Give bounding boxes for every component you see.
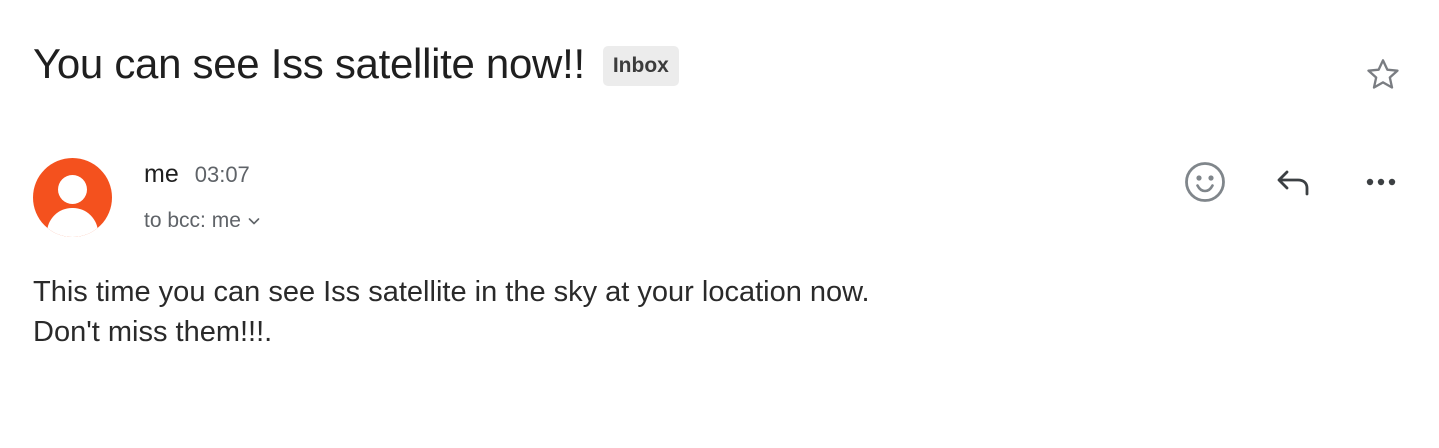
person-icon-body (47, 208, 98, 237)
email-body-line: This time you can see Iss satellite in t… (33, 276, 870, 308)
email-time: 03:07 (194, 162, 250, 187)
reply-button[interactable] (1271, 160, 1315, 204)
inbox-label-chip[interactable]: Inbox (602, 46, 679, 86)
sender-avatar[interactable] (33, 158, 112, 237)
chevron-down-icon (248, 218, 260, 225)
sender-name[interactable]: me (144, 160, 179, 189)
subject-row: You can see Iss satellite now!! Inbox (33, 38, 679, 90)
message-actions (1183, 160, 1403, 204)
reply-icon (1277, 170, 1309, 196)
recipients-text: to bcc: me (144, 209, 241, 232)
emoji-react-button[interactable] (1183, 160, 1227, 204)
star-icon[interactable] (1363, 55, 1403, 95)
email-subject: You can see Iss satellite now!! (33, 40, 585, 87)
sender-line: me 03:07 (144, 160, 250, 189)
more-options-button[interactable] (1359, 160, 1403, 204)
emoji-react-icon (1185, 162, 1225, 202)
email-body-line: Don't miss them!!!. (33, 316, 273, 348)
recipients-toggle[interactable]: to bcc: me (144, 209, 261, 233)
person-icon-head (58, 175, 87, 204)
more-horizontal-icon (1366, 178, 1396, 186)
email-body: This time you can see Iss satellite in t… (33, 272, 870, 352)
